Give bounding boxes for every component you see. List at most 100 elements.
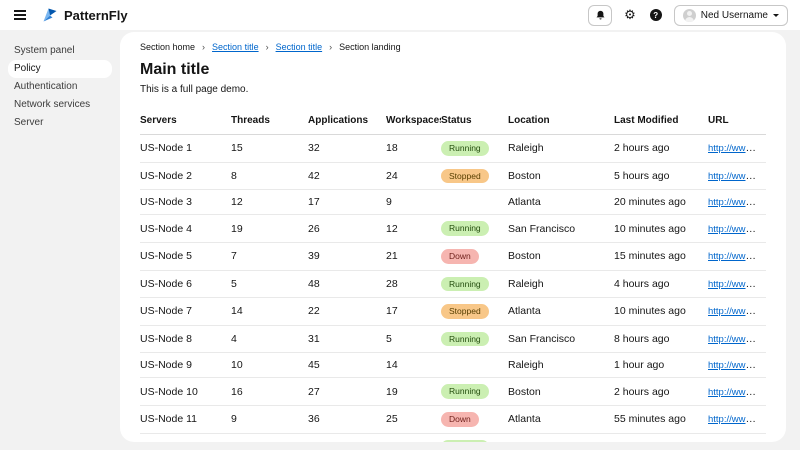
url-link[interactable]: http://www.redhat... <box>708 305 766 317</box>
cell-last-modified: 8 hours ago <box>614 325 708 353</box>
cell-last-modified: 2 hours ago <box>614 378 708 406</box>
cell-status: Running <box>441 378 508 406</box>
status-badge-running: Running <box>441 141 489 156</box>
breadcrumb-link[interactable]: Section title <box>276 42 323 52</box>
help-button[interactable]: ? <box>648 7 664 23</box>
cell-status: Running <box>441 433 508 442</box>
cell-status: Running <box>441 325 508 353</box>
sidebar-item-server[interactable]: Server <box>8 114 112 132</box>
column-header-location: Location <box>508 107 614 135</box>
url-link[interactable]: http://www.redhat... <box>708 223 766 235</box>
column-header-last-modified: Last Modified <box>614 107 708 135</box>
cell-threads: 12 <box>231 190 308 215</box>
cell-status: Down <box>441 242 508 270</box>
servers-table: ServersThreadsApplicationsWorkspacesStat… <box>140 107 766 442</box>
table-row: US-Node 1193625DownAtlanta55 minutes ago… <box>140 406 766 434</box>
sidebar-item-network-services[interactable]: Network services <box>8 96 112 114</box>
chevron-right-icon: › <box>329 43 332 52</box>
masthead: PatternFly ⚙ ? Ned Username <box>0 0 800 30</box>
cell-applications: 36 <box>308 406 386 434</box>
cell-last-modified: 1 hour ago <box>614 353 708 378</box>
user-menu-button[interactable]: Ned Username <box>674 5 788 26</box>
cell-workspaces: 24 <box>386 162 441 190</box>
breadcrumb-current: Section landing <box>339 42 401 52</box>
cell-url: http://www.redhat... <box>708 215 766 243</box>
notifications-button[interactable] <box>588 5 612 26</box>
global-nav-toggle-button[interactable] <box>12 6 28 24</box>
status-badge-running: Running <box>441 221 489 236</box>
breadcrumb-link[interactable]: Section title <box>212 42 259 52</box>
cell-threads: 5 <box>231 270 308 298</box>
cell-location: Atlanta <box>508 190 614 215</box>
brand[interactable]: PatternFly <box>42 7 128 23</box>
gear-icon: ⚙ <box>624 9 636 22</box>
cell-location: San Francisco <box>508 433 614 442</box>
url-link[interactable]: http://www.redhat... <box>708 333 766 345</box>
cell-applications: 22 <box>308 298 386 326</box>
cell-servers: US-Node 7 <box>140 298 231 326</box>
url-link[interactable]: http://www.redhat... <box>708 413 766 425</box>
patternfly-logo-icon <box>42 7 58 23</box>
cell-servers: US-Node 8 <box>140 325 231 353</box>
cell-workspaces: 12 <box>386 215 441 243</box>
cell-workspaces: 25 <box>386 406 441 434</box>
cell-servers: US-Node 10 <box>140 378 231 406</box>
cell-status: Stopped <box>441 298 508 326</box>
cell-threads: 18 <box>231 433 308 442</box>
table-row: US-Node 573921DownBoston15 minutes agoht… <box>140 242 766 270</box>
url-link[interactable]: http://www.redhat... <box>708 278 766 290</box>
url-link[interactable]: http://www.redhat... <box>708 386 766 398</box>
cell-servers: US-Node 6 <box>140 270 231 298</box>
cell-threads: 16 <box>231 378 308 406</box>
page-subtitle: This is a full page demo. <box>140 84 766 95</box>
cell-servers: US-Node 3 <box>140 190 231 215</box>
table-row: US-Node 10162719RunningBoston2 hours ago… <box>140 378 766 406</box>
cell-url: http://www.redhat... <box>708 270 766 298</box>
cell-last-modified: 10 minutes ago <box>614 298 708 326</box>
status-badge-down: Down <box>441 412 479 427</box>
cell-applications: 27 <box>308 378 386 406</box>
cell-workspaces: 11 <box>386 433 441 442</box>
cell-servers: US-Node 1 <box>140 135 231 163</box>
cell-workspaces: 9 <box>386 190 441 215</box>
url-link[interactable]: http://www.redhat... <box>708 359 766 371</box>
question-circle-icon: ? <box>650 9 662 21</box>
settings-button[interactable]: ⚙ <box>622 7 638 24</box>
url-link[interactable]: http://www.redhat... <box>708 441 766 442</box>
cell-workspaces: 18 <box>386 135 441 163</box>
cell-last-modified: 15 minutes ago <box>614 242 708 270</box>
cell-location: Raleigh <box>508 135 614 163</box>
status-badge-stopped: Stopped <box>441 304 489 319</box>
cell-workspaces: 17 <box>386 298 441 326</box>
table-row: US-Node 1153218RunningRaleigh2 hours ago… <box>140 135 766 163</box>
cell-url: http://www.redhat... <box>708 353 766 378</box>
cell-url: http://www.redhat... <box>708 406 766 434</box>
cell-url: http://www.redhat... <box>708 242 766 270</box>
cell-applications: 26 <box>308 215 386 243</box>
cell-url: http://www.redhat... <box>708 190 766 215</box>
column-header-url: URL <box>708 107 766 135</box>
avatar-person-icon <box>683 9 696 22</box>
cell-servers: US-Node 12 <box>140 433 231 442</box>
table-body: US-Node 1153218RunningRaleigh2 hours ago… <box>140 135 766 443</box>
cell-applications: 39 <box>308 242 386 270</box>
cell-last-modified: 1 hour ago <box>614 433 708 442</box>
user-name: Ned Username <box>701 10 768 21</box>
hamburger-icon <box>14 10 26 12</box>
sidebar-item-policy[interactable]: Policy <box>8 60 112 78</box>
table-row: US-Node 4192612RunningSan Francisco10 mi… <box>140 215 766 243</box>
sidebar-item-authentication[interactable]: Authentication <box>8 78 112 96</box>
cell-applications: 42 <box>308 162 386 190</box>
cell-url: http://www.redhat... <box>708 378 766 406</box>
sidebar-item-system-panel[interactable]: System panel <box>8 42 112 60</box>
column-header-workspaces: Workspaces <box>386 107 441 135</box>
url-link[interactable]: http://www.redhat... <box>708 142 766 154</box>
cell-applications: 20 <box>308 433 386 442</box>
url-link[interactable]: http://www.redhat... <box>708 196 766 208</box>
url-link[interactable]: http://www.redhat... <box>708 170 766 182</box>
cell-workspaces: 21 <box>386 242 441 270</box>
cell-url: http://www.redhat... <box>708 298 766 326</box>
cell-threads: 9 <box>231 406 308 434</box>
cell-location: Atlanta <box>508 298 614 326</box>
url-link[interactable]: http://www.redhat... <box>708 250 766 262</box>
